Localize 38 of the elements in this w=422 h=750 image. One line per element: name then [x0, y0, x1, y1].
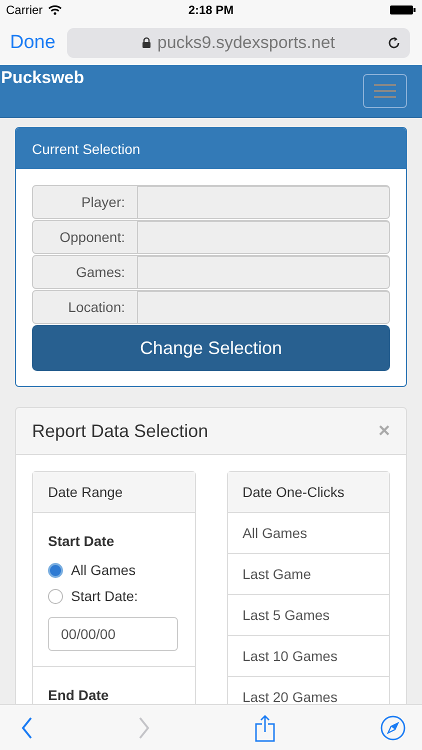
input-field[interactable] [138, 290, 390, 324]
input-field[interactable] [138, 255, 390, 289]
panel-title: Current Selection [32, 140, 140, 156]
list-item[interactable]: Last 10 Games [228, 636, 389, 677]
menu-button[interactable] [363, 74, 407, 108]
change-selection-button[interactable]: Change Selection [32, 325, 390, 371]
input-field[interactable] [138, 185, 390, 219]
status-time: 2:18 PM [188, 3, 234, 17]
list-item[interactable]: All Games [228, 513, 389, 554]
input-field[interactable] [138, 220, 390, 254]
compass-icon[interactable] [380, 714, 406, 740]
card-title: Date Range [48, 484, 123, 500]
share-icon[interactable] [255, 714, 275, 742]
field-label: Opponent: [32, 220, 138, 254]
done-button[interactable]: Done [10, 32, 56, 54]
panel-title: Report Data Selection [32, 420, 208, 442]
list-item[interactable]: Last 5 Games [228, 595, 389, 636]
battery-icon [390, 5, 416, 15]
radio-label[interactable]: Start Date: [71, 588, 138, 604]
carrier-name: Carrier [6, 3, 43, 17]
field-label: Player: [32, 185, 138, 219]
radio-button[interactable] [48, 588, 63, 604]
wifi-icon [48, 5, 62, 15]
radio-label[interactable]: All Games [71, 562, 136, 578]
menu-icon [374, 84, 396, 98]
section-heading: Start Date [48, 533, 116, 549]
radio-button[interactable] [48, 562, 63, 578]
section-heading: End Date [48, 687, 110, 703]
field-label: Location: [32, 290, 138, 324]
back-icon[interactable] [21, 716, 33, 738]
reload-icon[interactable] [387, 35, 401, 50]
card-title: Date One-Clicks [242, 484, 344, 500]
date-input[interactable]: 00/00/00 [48, 617, 178, 651]
list-item[interactable]: Last Game [228, 554, 389, 595]
brand-title[interactable]: Pucksweb [1, 68, 84, 88]
lock-icon [142, 37, 152, 48]
address-bar[interactable]: pucks9.sydexsports.net [67, 28, 410, 58]
field-label: Games: [32, 255, 138, 289]
